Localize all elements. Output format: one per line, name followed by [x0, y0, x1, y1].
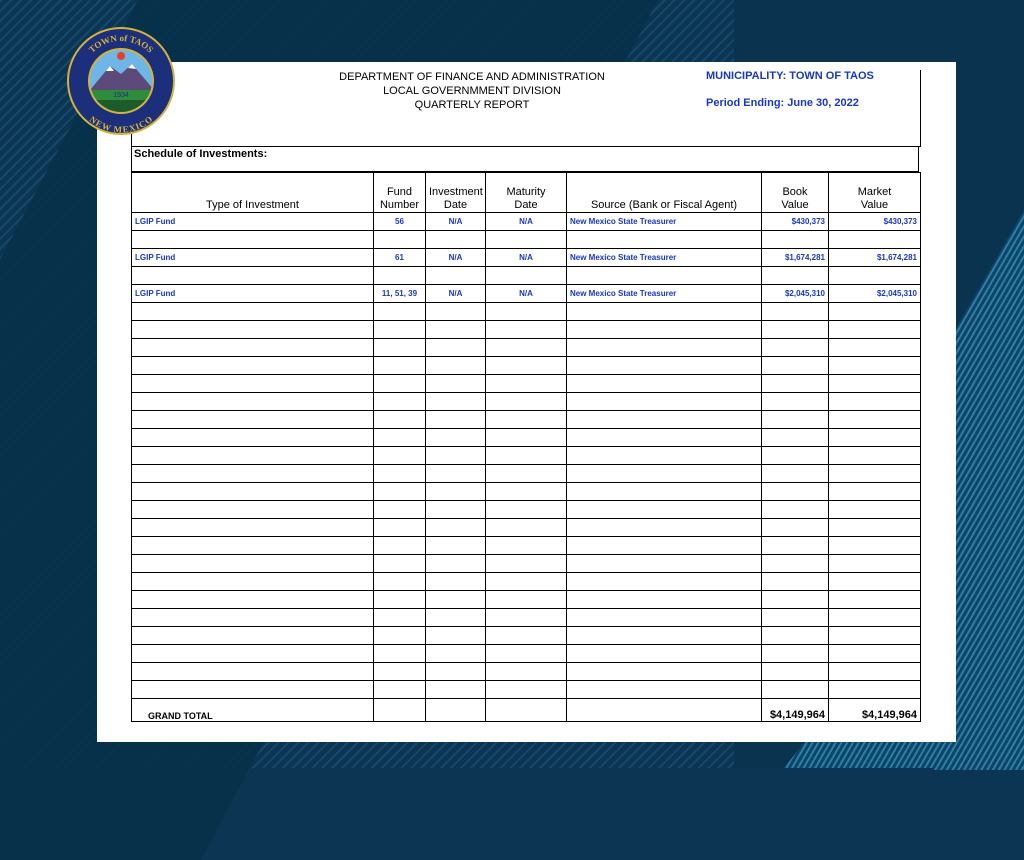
cell-source: New Mexico State Treasurer — [566, 284, 762, 303]
cell-type-of-investment: LGIP Fund — [131, 212, 374, 231]
dept-line: DEPARTMENT OF FINANCE AND ADMINISTRATION — [339, 71, 605, 83]
table-row-empty — [131, 500, 921, 519]
table-row-empty — [131, 662, 921, 681]
table-row-empty — [131, 536, 921, 555]
cell-maturity-date — [485, 230, 567, 249]
table-row-empty — [131, 320, 921, 339]
table-body: LGIP Fund 56 N/A N/A New Mexico State Treasu… — [131, 212, 921, 699]
cell-source: New Mexico State Treasurer — [566, 212, 762, 231]
table-row-empty — [131, 410, 921, 429]
table-row-empty — [131, 356, 921, 375]
col-maturity-date: Maturity Date — [485, 172, 567, 213]
cell-type-of-investment: LGIP Fund — [131, 248, 374, 267]
cell-market-value — [828, 266, 921, 285]
grand-total-market: $4,149,964 — [828, 698, 921, 722]
cell-book-value — [761, 266, 829, 285]
table-row-empty — [131, 680, 921, 699]
cell-investment-date: N/A — [425, 284, 486, 303]
table-row-empty — [131, 608, 921, 627]
table-row-empty — [131, 302, 921, 321]
table-row — [131, 266, 921, 285]
cell-type-of-investment: LGIP Fund — [131, 284, 374, 303]
table-row-empty — [131, 338, 921, 357]
col-type-of-investment: Type of Investment — [131, 172, 374, 213]
cell-book-value — [761, 230, 829, 249]
cell-maturity-date: N/A — [485, 248, 567, 267]
schedule-title: Schedule of Investments: — [131, 146, 919, 172]
investments-table: Type of Investment Fund Number Investment… — [131, 172, 921, 722]
cell-investment-date — [425, 230, 486, 249]
table-row-empty — [131, 392, 921, 411]
table-row: LGIP Fund 56 N/A N/A New Mexico State Treasu… — [131, 212, 921, 231]
town-of-taos-seal: 1934 TOWN of TAOS NEW MEXICO — [67, 27, 175, 135]
cell-market-value: $2,045,310 — [828, 284, 921, 303]
table-row-empty — [131, 518, 921, 537]
cell-fund-number: 61 — [373, 248, 426, 267]
cell-fund-number: 56 — [373, 212, 426, 231]
table-row-empty — [131, 464, 921, 483]
col-book-value: Book Value — [761, 172, 829, 213]
cell-book-value: $430,373 — [761, 212, 829, 231]
cell-type-of-investment — [131, 266, 374, 285]
seal-year: 1934 — [113, 92, 129, 99]
cell-type-of-investment — [131, 230, 374, 249]
cell-book-value: $1,674,281 — [761, 248, 829, 267]
table-row-empty — [131, 446, 921, 465]
cell-fund-number — [373, 266, 426, 285]
table-row: LGIP Fund 61 N/A N/A New Mexico State Treasu… — [131, 248, 921, 267]
grand-total-book: $4,149,964 — [761, 698, 829, 722]
cell-market-value — [828, 230, 921, 249]
table-row — [131, 230, 921, 249]
cell-fund-number — [373, 230, 426, 249]
cell-maturity-date: N/A — [485, 284, 567, 303]
cell-investment-date: N/A — [425, 212, 486, 231]
report-sheet: DEPARTMENT OF FINANCE AND ADMINISTRATION… — [97, 62, 956, 742]
col-source: Source (Bank or Fiscal Agent) — [566, 172, 762, 213]
table-row-empty — [131, 482, 921, 501]
cell-market-value: $430,373 — [828, 212, 921, 231]
table-row-empty — [131, 554, 921, 573]
cell-investment-date — [425, 266, 486, 285]
cell-market-value: $1,674,281 — [828, 248, 921, 267]
table-header-row: Type of Investment Fund Number Investment… — [131, 172, 921, 213]
cell-source: New Mexico State Treasurer — [566, 248, 762, 267]
cell-source — [566, 266, 762, 285]
cell-source — [566, 230, 762, 249]
dept-line: LOCAL GOVERNMMENT DIVISION — [383, 85, 561, 97]
table-row: LGIP Fund 11, 51, 39 N/A N/A New Mexico Stat… — [131, 284, 921, 303]
table-row-empty — [131, 428, 921, 447]
department-heading: DEPARTMENT OF FINANCE AND ADMINISTRATION… — [307, 70, 637, 112]
grand-total-label: GRAND TOTAL — [131, 698, 374, 722]
grand-total-row: GRAND TOTAL $4,149,964 $4,149,964 — [131, 698, 921, 722]
table-row-empty — [131, 374, 921, 393]
cell-maturity-date — [485, 266, 567, 285]
dept-line: QUARTERLY REPORT — [414, 99, 530, 111]
col-fund-number: Fund Number — [373, 172, 426, 213]
cell-book-value: $2,045,310 — [761, 284, 829, 303]
table-row-empty — [131, 644, 921, 663]
table-row-empty — [131, 572, 921, 591]
table-row-empty — [131, 590, 921, 609]
cell-fund-number: 11, 51, 39 — [373, 284, 426, 303]
period-ending-label: Period Ending: June 30, 2022 — [706, 97, 859, 109]
col-market-value: Market Value — [828, 172, 921, 213]
cell-maturity-date: N/A — [485, 212, 567, 231]
municipality-label: MUNICIPALITY: TOWN OF TAOS — [706, 70, 874, 82]
col-investment-date: Investment Date — [425, 172, 486, 213]
cell-investment-date: N/A — [425, 248, 486, 267]
table-row-empty — [131, 626, 921, 645]
